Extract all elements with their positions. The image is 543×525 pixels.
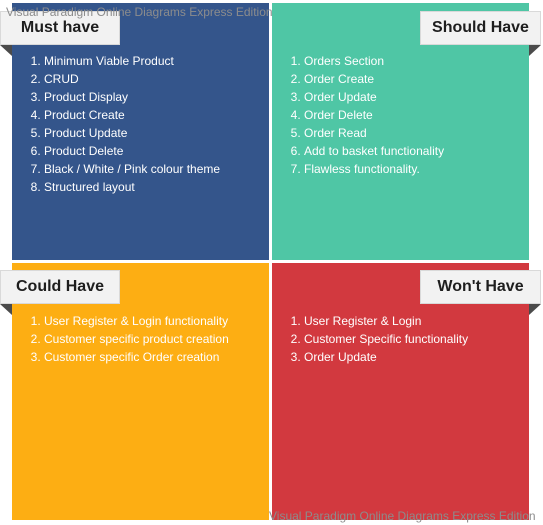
list-should-have: Orders Section Order Create Order Update… bbox=[278, 52, 444, 178]
list-item: Add to basket functionality bbox=[304, 142, 444, 160]
list-item: Order Update bbox=[304, 348, 468, 366]
list-item: Structured layout bbox=[44, 178, 220, 196]
list-must-have: Minimum Viable Product CRUD Product Disp… bbox=[18, 52, 220, 196]
list-item: Product Display bbox=[44, 88, 220, 106]
list-item: Product Create bbox=[44, 106, 220, 124]
quadrant-title-wont-have: Won't Have bbox=[420, 270, 541, 304]
list-item: Order Create bbox=[304, 70, 444, 88]
list-item: CRUD bbox=[44, 70, 220, 88]
watermark-bottom: Visual Paradigm Online Diagrams Express … bbox=[269, 509, 536, 523]
list-item: Product Delete bbox=[44, 142, 220, 160]
tab-fold-should-have bbox=[529, 45, 541, 56]
list-item: Order Read bbox=[304, 124, 444, 142]
list-item: Product Update bbox=[44, 124, 220, 142]
tab-fold-could-have bbox=[0, 304, 12, 315]
list-item: User Register & Login bbox=[304, 312, 468, 330]
list-could-have: User Register & Login functionality Cust… bbox=[18, 312, 229, 366]
list-item: Order Delete bbox=[304, 106, 444, 124]
list-item: Black / White / Pink colour theme bbox=[44, 160, 220, 178]
tab-fold-must-have bbox=[0, 45, 12, 56]
quadrant-title-should-have: Should Have bbox=[420, 11, 541, 45]
list-item: User Register & Login functionality bbox=[44, 312, 229, 330]
watermark-top: Visual Paradigm Online Diagrams Express … bbox=[6, 5, 273, 19]
list-item: Customer Specific functionality bbox=[304, 330, 468, 348]
list-item: Customer specific product creation bbox=[44, 330, 229, 348]
tab-fold-wont-have bbox=[529, 304, 541, 315]
list-item: Flawless functionality. bbox=[304, 160, 444, 178]
list-item: Order Update bbox=[304, 88, 444, 106]
list-item: Minimum Viable Product bbox=[44, 52, 220, 70]
list-item: Customer specific Order creation bbox=[44, 348, 229, 366]
quadrant-title-could-have: Could Have bbox=[0, 270, 120, 304]
list-item: Orders Section bbox=[304, 52, 444, 70]
list-wont-have: User Register & Login Customer Specific … bbox=[278, 312, 468, 366]
